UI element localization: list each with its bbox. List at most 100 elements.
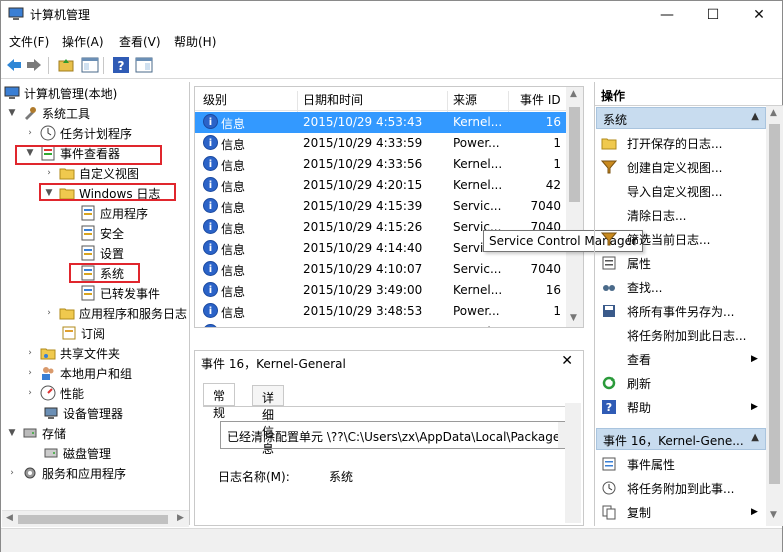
action-item[interactable]: 导入自定义视图... bbox=[601, 180, 761, 202]
expand-arrow-icon[interactable]: › bbox=[43, 308, 55, 318]
scroll-left-icon[interactable]: ◀ bbox=[6, 513, 13, 523]
tree-node-application-log[interactable]: 应用程序 bbox=[80, 203, 148, 223]
tree-node-performance[interactable]: › 性能 bbox=[24, 383, 84, 403]
expand-arrow-icon[interactable]: › bbox=[24, 368, 36, 378]
expand-arrow-icon[interactable]: › bbox=[24, 128, 36, 138]
action-item[interactable]: 筛选当前日志... bbox=[601, 228, 761, 250]
maximize-button[interactable]: ☐ bbox=[690, 1, 736, 28]
action-item[interactable]: 复制 ▶ bbox=[601, 501, 761, 523]
tree-node-services-applications[interactable]: › 服务和应用程序 bbox=[6, 463, 126, 483]
tree-node-app-service-logs[interactable]: › 应用程序和服务日志 bbox=[43, 303, 187, 323]
action-label: 导入自定义视图... bbox=[627, 184, 723, 199]
tree-node-shared-folders[interactable]: › 共享文件夹 bbox=[24, 343, 120, 363]
actions-scrollbar[interactable]: ▲ ▼ bbox=[766, 106, 783, 526]
tree-node-device-manager[interactable]: 设备管理器 bbox=[43, 403, 123, 423]
tree-node-forwarded-events[interactable]: 已转发事件 bbox=[80, 283, 160, 303]
event-list-scrollbar[interactable]: ▲ ▼ bbox=[566, 87, 583, 327]
blank-icon bbox=[601, 207, 617, 223]
expand-arrow-icon[interactable]: › bbox=[24, 348, 36, 358]
action-item[interactable]: 将所有事件另存为... bbox=[601, 300, 761, 322]
tree-node-computer-management[interactable]: 计算机管理(本地) bbox=[4, 83, 117, 103]
expand-arrow-icon[interactable]: › bbox=[43, 168, 55, 178]
minimize-button[interactable]: — bbox=[644, 1, 690, 28]
expand-arrow-icon[interactable]: › bbox=[24, 388, 36, 398]
tree-node-local-users-groups[interactable]: › 本地用户和组 bbox=[24, 363, 132, 383]
event-list: 级别 日期和时间 来源 事件 ID i 信息 2015/10/29 4:53:43 K… bbox=[194, 86, 584, 328]
log-icon bbox=[81, 225, 95, 241]
event-row[interactable]: i 信息 2015/10/29 4:53:43 Kernel... 16 bbox=[195, 112, 567, 133]
tree-node-security-log[interactable]: 安全 bbox=[80, 223, 124, 243]
menu-view[interactable]: 查看(V) bbox=[119, 33, 161, 50]
computer-icon bbox=[4, 86, 20, 99]
menu-file[interactable]: 文件(F) bbox=[9, 33, 49, 50]
action-item[interactable]: ? 帮助 ▶ bbox=[601, 396, 761, 418]
menu-help[interactable]: 帮助(H) bbox=[174, 33, 216, 50]
expand-arrow-icon[interactable]: › bbox=[6, 468, 18, 478]
toolbar-separator bbox=[103, 57, 104, 74]
action-item[interactable]: 打开保存的日志... bbox=[601, 132, 761, 154]
scroll-down-icon[interactable]: ▼ bbox=[570, 313, 577, 323]
event-source: Kernel... bbox=[453, 157, 503, 171]
scroll-right-icon[interactable]: ▶ bbox=[177, 513, 184, 523]
column-header-source[interactable]: 来源 bbox=[453, 91, 477, 108]
tab-details[interactable]: 详细信息 bbox=[252, 385, 285, 456]
help-icon[interactable]: ? bbox=[112, 56, 130, 74]
detail-scrollbar[interactable] bbox=[565, 403, 581, 523]
action-item[interactable]: 将任务附加到此事... bbox=[601, 477, 761, 499]
back-arrow-icon[interactable] bbox=[5, 56, 23, 74]
log-name-label: 日志名称(M): bbox=[218, 470, 290, 484]
event-row[interactable]: i 信息 2015/10/29 3:48:53 Power... 1 bbox=[195, 301, 567, 322]
scrollbar-thumb[interactable] bbox=[18, 515, 168, 524]
scroll-up-icon[interactable]: ▲ bbox=[570, 89, 577, 99]
close-button[interactable]: ✕ bbox=[736, 1, 782, 28]
tree-node-storage[interactable]: ▼ 存储 bbox=[6, 423, 66, 443]
collapse-section-icon[interactable]: ▲ bbox=[751, 111, 759, 122]
event-message-box[interactable]: 已经清除配置单元 \??\C:\Users\zx\AppData\Local\P… bbox=[220, 421, 575, 449]
action-item[interactable]: 将任务附加到此日志... bbox=[601, 324, 761, 346]
up-folder-icon[interactable] bbox=[57, 56, 75, 74]
action-item[interactable]: 查找... bbox=[601, 276, 761, 298]
disk-icon bbox=[44, 448, 58, 458]
tree-node-task-scheduler[interactable]: › 任务计划程序 bbox=[24, 123, 132, 143]
tree-node-custom-views[interactable]: › 自定义视图 bbox=[43, 163, 139, 183]
scrollbar-thumb[interactable] bbox=[769, 124, 780, 484]
collapse-arrow-icon[interactable]: ▼ bbox=[6, 428, 18, 438]
event-row[interactable]: i信息 2015/10/29 3:48:43 Kernel...... bbox=[195, 322, 567, 327]
actions-section-event[interactable]: 事件 16，Kernel-Gene... ▲ bbox=[596, 428, 766, 450]
menu-action[interactable]: 操作(A) bbox=[62, 33, 104, 50]
column-header-date-time[interactable]: 日期和时间 bbox=[303, 91, 363, 108]
properties-icon[interactable] bbox=[135, 56, 153, 74]
event-row[interactable]: i 信息 2015/10/29 4:15:39 Servic... 7040 bbox=[195, 196, 567, 217]
tab-general[interactable]: 常规 bbox=[203, 383, 236, 420]
actions-section-system[interactable]: 系统 ▲ bbox=[596, 107, 766, 129]
action-item[interactable]: 属性 bbox=[601, 252, 761, 274]
event-row[interactable]: i 信息 2015/10/29 4:33:59 Power... 1 bbox=[195, 133, 567, 154]
event-level: 信息 bbox=[221, 243, 246, 257]
action-item[interactable]: 清除日志... bbox=[601, 204, 761, 226]
tree-node-subscriptions[interactable]: 订阅 bbox=[61, 323, 105, 343]
action-item[interactable]: 创建自定义视图... bbox=[601, 156, 761, 178]
column-header-level[interactable]: 级别 bbox=[203, 91, 227, 108]
tree-node-disk-management[interactable]: 磁盘管理 bbox=[43, 443, 111, 463]
forward-arrow-icon[interactable] bbox=[25, 56, 43, 74]
scrollbar-thumb[interactable] bbox=[569, 107, 580, 202]
section-label: 系统 bbox=[603, 113, 628, 127]
event-row[interactable]: i 信息 2015/10/29 3:49:00 Kernel... 16 bbox=[195, 280, 567, 301]
tree-node-label: 任务计划程序 bbox=[60, 126, 133, 141]
scroll-down-icon[interactable]: ▼ bbox=[770, 510, 777, 520]
action-item[interactable]: 查看 ▶ bbox=[601, 348, 761, 370]
event-row[interactable]: i 信息 2015/10/29 4:33:56 Kernel... 1 bbox=[195, 154, 567, 175]
action-item[interactable]: 刷新 bbox=[601, 372, 761, 394]
collapse-section-icon[interactable]: ▲ bbox=[751, 432, 759, 443]
tree-node-setup-log[interactable]: 设置 bbox=[80, 243, 124, 263]
close-detail-icon[interactable]: ✕ bbox=[561, 353, 573, 369]
show-hide-tree-icon[interactable] bbox=[81, 56, 99, 74]
scroll-up-icon[interactable]: ▲ bbox=[770, 108, 777, 118]
collapse-arrow-icon[interactable]: ▼ bbox=[6, 108, 18, 118]
event-row[interactable]: i 信息 2015/10/29 4:10:07 Servic... 7040 bbox=[195, 259, 567, 280]
column-header-event-id[interactable]: 事件 ID bbox=[520, 91, 561, 108]
tree-node-system-tools[interactable]: ▼ 系统工具 bbox=[6, 103, 90, 123]
tree-horizontal-scrollbar[interactable]: ◀ ▶ bbox=[2, 510, 189, 527]
event-row[interactable]: i 信息 2015/10/29 4:20:15 Kernel... 42 bbox=[195, 175, 567, 196]
action-item[interactable]: 事件属性 bbox=[601, 453, 761, 475]
